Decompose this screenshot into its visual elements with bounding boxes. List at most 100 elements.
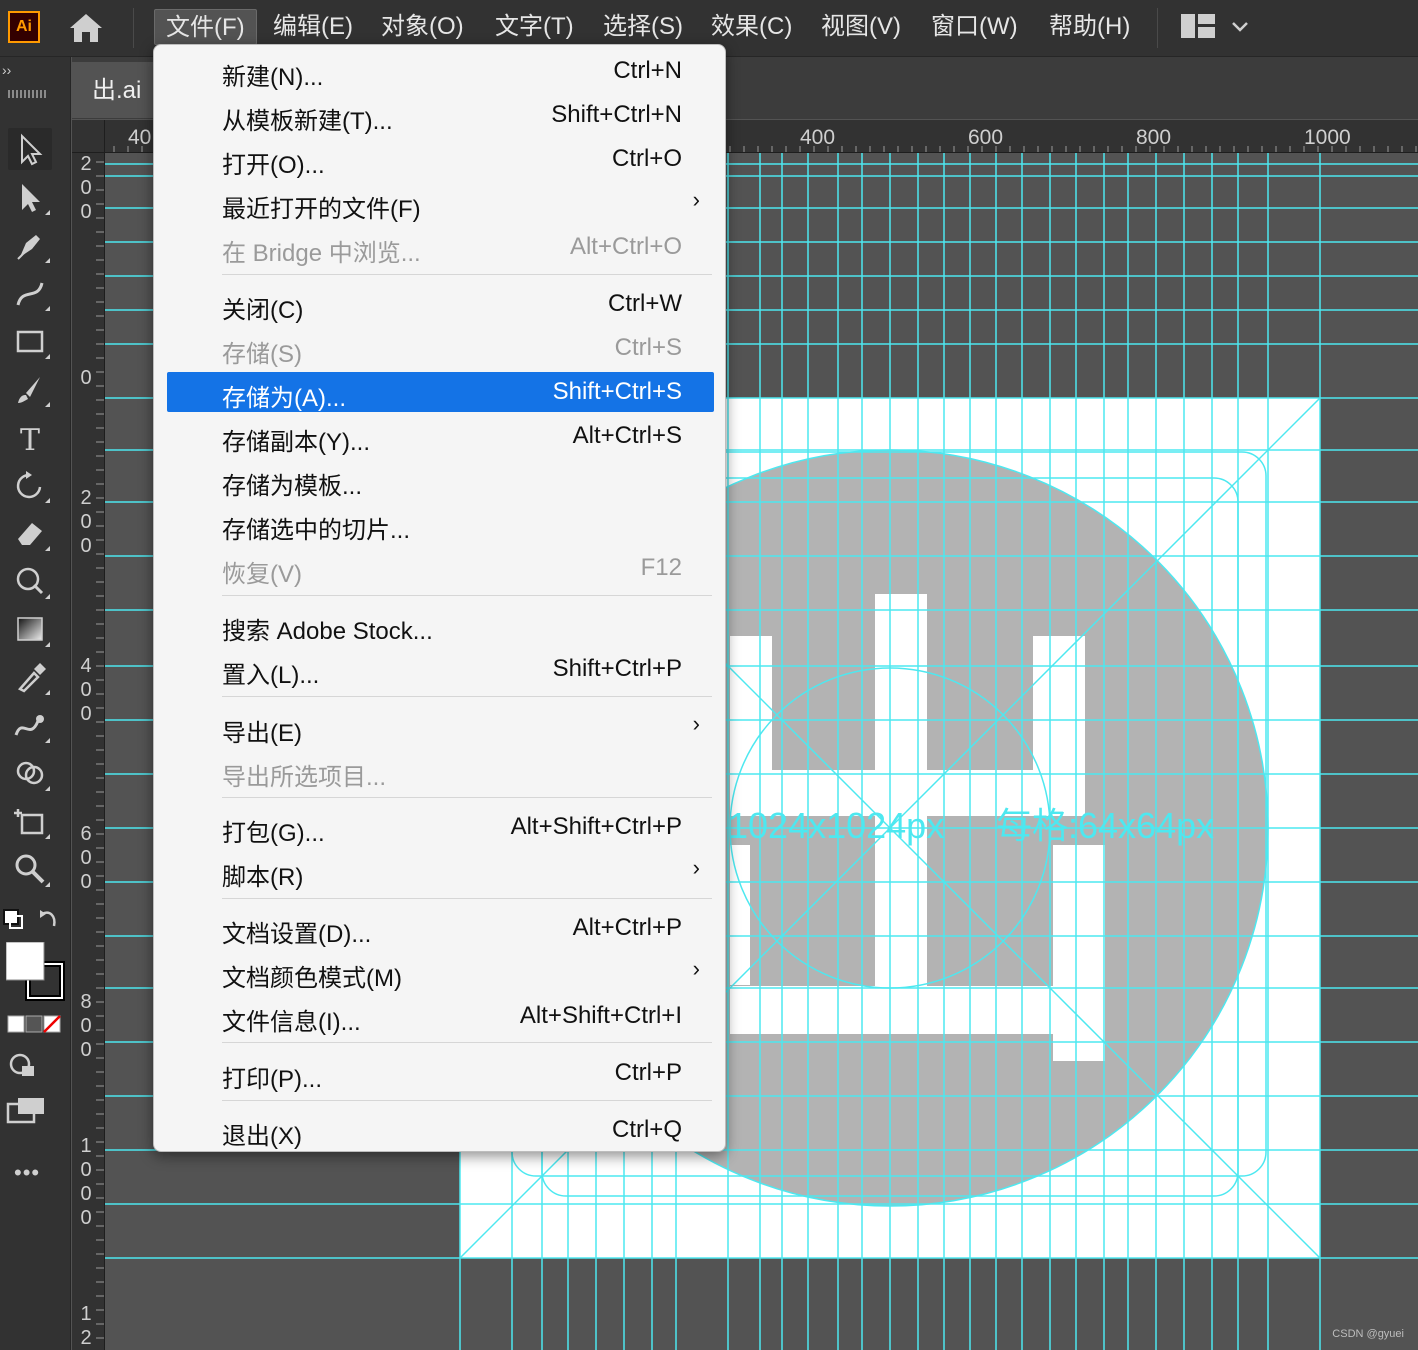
vertical-ruler[interactable]: 200 0 200 400 600 800 1000 12	[72, 120, 105, 1350]
eraser-tool-button[interactable]	[8, 512, 52, 554]
puppet-warp-tool-button[interactable]	[8, 560, 52, 602]
chevron-down-icon[interactable]	[1230, 16, 1250, 36]
zoom-tool-icon	[15, 854, 45, 884]
menu-3[interactable]: 对象(O)	[370, 9, 475, 45]
gradient-tool-button[interactable]	[8, 608, 52, 650]
menu-5[interactable]: 选择(S)	[592, 9, 694, 45]
collapse-panel-icon[interactable]: ››	[2, 62, 11, 78]
paintbrush-tool-icon	[18, 377, 40, 403]
file-menu-item[interactable]: 脚本(R) ›	[167, 851, 714, 891]
flyout-indicator	[45, 594, 50, 599]
file-menu-item[interactable]: 从模板新建(T)... Shift+Ctrl+N	[167, 95, 714, 135]
shape-builder-tool-button[interactable]	[8, 752, 52, 794]
menu-item-shortcut: Alt+Shift+Ctrl+I	[519, 1002, 682, 1029]
menu-item-label: 存储为(A)...	[222, 385, 346, 412]
menu-item-label: 新建(N)...	[222, 64, 324, 91]
file-menu-item[interactable]: 最近打开的文件(F) ›	[167, 183, 714, 223]
menu-item-shortcut: Alt+Shift+Ctrl+P	[510, 813, 682, 840]
eyedropper-tool-button[interactable]	[8, 656, 52, 698]
menu-item-shortcut: Ctrl+N	[613, 57, 682, 84]
file-menu-item[interactable]: 导出(E) ›	[167, 707, 714, 747]
flyout-indicator	[45, 882, 50, 887]
type-tool-icon: T	[20, 423, 40, 455]
menu-item-label: 关闭(C)	[222, 297, 304, 324]
menu-8[interactable]: 窗口(W)	[920, 9, 1029, 45]
swap-fill-stroke-icon[interactable]	[2, 906, 62, 942]
panel-grip[interactable]	[8, 90, 48, 98]
menu-item-label: 文档设置(D)...	[222, 921, 372, 948]
curvature-tool-button[interactable]	[8, 272, 52, 314]
menu-item-shortcut: Alt+Ctrl+S	[572, 422, 682, 449]
menu-7[interactable]: 视图(V)	[810, 9, 912, 45]
flyout-indicator	[45, 642, 50, 647]
menu-4[interactable]: 文字(T)	[484, 9, 585, 45]
selection-tool-button[interactable]	[8, 128, 52, 170]
menu-item-label: 打开(O)...	[222, 152, 325, 179]
artboard-tool-icon	[14, 809, 44, 835]
file-menu-item[interactable]: 打包(G)... Alt+Shift+Ctrl+P	[167, 807, 714, 847]
file-menu-item[interactable]: 新建(N)... Ctrl+N	[167, 51, 714, 91]
file-menu-item: 导出所选项目...	[167, 751, 714, 791]
menu-1[interactable]: 文件(F)	[154, 9, 257, 45]
file-menu-item[interactable]: 文档设置(D)... Alt+Ctrl+P	[167, 908, 714, 948]
menu-item-shortcut: Alt+Ctrl+O	[569, 233, 682, 260]
flyout-indicator	[45, 354, 50, 359]
paintbrush-tool-button[interactable]	[8, 368, 52, 410]
file-menu-item[interactable]: 搜索 Adobe Stock...	[167, 605, 714, 645]
file-menu-item[interactable]: 打开(O)... Ctrl+O	[167, 139, 714, 179]
fill-stroke-swatch[interactable]	[5, 941, 66, 1008]
file-menu-item[interactable]: 打印(P)... Ctrl+P	[167, 1053, 714, 1093]
app-logo: Ai	[8, 11, 40, 43]
color-mode-icon[interactable]	[6, 1014, 66, 1040]
zoom-tool-button[interactable]	[8, 848, 52, 890]
screen-mode-icon[interactable]	[6, 1094, 46, 1132]
file-menu-item[interactable]: 存储选中的切片...	[167, 504, 714, 544]
rectangle-tool-button[interactable]	[8, 320, 52, 362]
menu-item-label: 打包(G)...	[222, 820, 325, 847]
menu-separator	[222, 1042, 712, 1043]
menu-item-label: 存储副本(Y)...	[222, 429, 370, 456]
file-menu-item[interactable]: 存储副本(Y)... Alt+Ctrl+S	[167, 416, 714, 456]
pen-tool-button[interactable]	[8, 224, 52, 266]
file-menu-item[interactable]: 存储为(A)... Shift+Ctrl+S	[167, 372, 714, 412]
menu-separator	[222, 797, 712, 798]
file-menu-item[interactable]: 存储为模板...	[167, 460, 714, 500]
selection-tool-icon	[21, 133, 43, 166]
home-icon[interactable]	[66, 10, 106, 46]
more-tools-icon[interactable]: •••	[14, 1160, 40, 1186]
eraser-tool-icon	[18, 523, 42, 545]
type-tool-button[interactable]: T	[8, 416, 52, 458]
menu-item-label: 在 Bridge 中浏览...	[222, 240, 421, 267]
menu-item-label: 脚本(R)	[222, 864, 304, 891]
gradient-tool-icon	[17, 617, 43, 641]
ruler-label: 400	[80, 655, 92, 725]
file-menu-item[interactable]: 置入(L)... Shift+Ctrl+P	[167, 649, 714, 689]
direct-selection-tool-button[interactable]	[8, 176, 52, 218]
file-menu-item[interactable]: 文档颜色模式(M) ›	[167, 952, 714, 992]
ruler-corner[interactable]	[72, 120, 105, 153]
shape-builder-tool-icon	[16, 761, 44, 785]
eyedropper-tool-icon	[17, 663, 46, 693]
menu-9[interactable]: 帮助(H)	[1038, 9, 1141, 45]
file-menu-item[interactable]: 退出(X) Ctrl+Q	[167, 1110, 714, 1150]
menu-2[interactable]: 编辑(E)	[262, 9, 364, 45]
workspace-switcher-icon[interactable]	[1180, 12, 1216, 40]
blend-tool-icon	[14, 715, 44, 736]
file-menu-item[interactable]: 文件信息(I)... Alt+Shift+Ctrl+I	[167, 996, 714, 1036]
menu-item-label: 最近打开的文件(F)	[222, 196, 421, 223]
menu-item-label: 恢复(V)	[222, 561, 302, 588]
draw-mode-icon[interactable]	[6, 1050, 42, 1086]
rotate-tool-button[interactable]	[8, 464, 52, 506]
blend-tool-button[interactable]	[8, 704, 52, 746]
menu-6[interactable]: 效果(C)	[700, 9, 803, 45]
artboard-tool-button[interactable]	[8, 800, 52, 842]
flyout-indicator	[45, 786, 50, 791]
menu-item-shortcut: Shift+Ctrl+N	[551, 101, 682, 128]
flyout-indicator	[45, 690, 50, 695]
menu-item-label: 导出(E)	[222, 720, 302, 747]
menu-item-label: 存储选中的切片...	[222, 517, 411, 544]
file-menu-item[interactable]: 关闭(C) Ctrl+W	[167, 284, 714, 324]
menu-separator	[1157, 8, 1158, 48]
puppet-warp-tool-icon	[16, 567, 44, 595]
menu-item-shortcut: Ctrl+S	[614, 334, 682, 361]
